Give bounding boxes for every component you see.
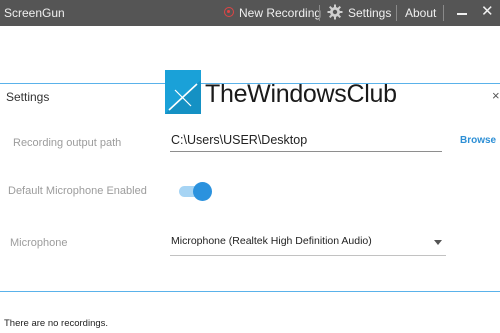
default-mic-label: Default Microphone Enabled (8, 185, 147, 197)
panel-close-icon[interactable]: × (492, 88, 500, 103)
toolbar-separator (396, 5, 397, 21)
record-icon[interactable] (224, 7, 234, 17)
gear-icon[interactable] (327, 4, 343, 20)
microphone-underline (170, 255, 446, 256)
toolbar-separator (319, 5, 320, 21)
minimize-icon[interactable] (457, 13, 467, 15)
chevron-down-icon[interactable] (434, 240, 442, 245)
settings-button[interactable]: Settings (348, 6, 391, 20)
app-title: ScreenGun (4, 6, 65, 20)
output-path-underline (170, 151, 442, 152)
output-path-field[interactable]: C:\Users\USER\Desktop (171, 133, 307, 147)
microphone-label: Microphone (10, 237, 68, 249)
about-button[interactable]: About (405, 6, 436, 20)
microphone-select[interactable]: Microphone (Realtek High Definition Audi… (171, 235, 372, 247)
new-recording-button[interactable]: New Recording (239, 6, 321, 20)
title-bar: ScreenGun New Recording Settings About ✕ (0, 0, 500, 26)
close-icon[interactable]: ✕ (481, 3, 494, 21)
output-path-label: Recording output path (13, 137, 122, 149)
toggle-knob[interactable] (193, 182, 212, 201)
watermark-text: TheWindowsClub (205, 80, 397, 108)
empty-recordings-message: There are no recordings. (4, 318, 109, 329)
settings-title: Settings (6, 90, 50, 104)
browse-button[interactable]: Browse (460, 135, 496, 146)
toolbar-separator (443, 5, 444, 21)
windows-club-logo-icon (165, 70, 201, 114)
